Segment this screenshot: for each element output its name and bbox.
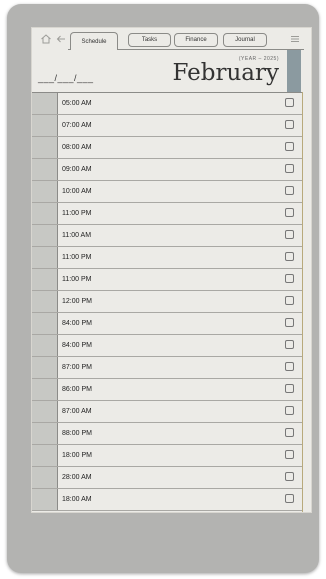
- schedule-list: 05:00 AM 07:00 AM 08:00 AM 09:00 AM 10:00 AM…: [32, 92, 302, 511]
- tab-finance-label: Finance: [185, 37, 207, 43]
- row-checkbox[interactable]: [285, 362, 294, 371]
- schedule-row: 84:00 PM: [32, 335, 302, 357]
- row-checkbox[interactable]: [285, 428, 294, 437]
- row-checkbox[interactable]: [285, 318, 294, 327]
- row-time: 84:00 PM: [62, 342, 92, 349]
- tab-bar: Schedule Tasks Finance Journal: [32, 28, 311, 50]
- row-marker-strip: [32, 489, 58, 510]
- row-time: 87:00 PM: [62, 364, 92, 371]
- row-marker-strip: [32, 225, 58, 246]
- row-marker-strip: [32, 115, 58, 136]
- tab-journal[interactable]: Journal: [223, 33, 267, 47]
- row-marker-strip: [32, 357, 58, 378]
- schedule-row: 11:00 PM: [32, 269, 302, 291]
- schedule-row: 11:00 PM: [32, 203, 302, 225]
- row-checkbox[interactable]: [285, 406, 294, 415]
- menu-icon[interactable]: [290, 34, 302, 46]
- schedule-row: 84:00 PM: [32, 313, 302, 335]
- row-time: 05:00 AM: [62, 100, 92, 107]
- row-time: 84:00 PM: [62, 320, 92, 327]
- row-checkbox[interactable]: [285, 142, 294, 151]
- row-time: 28:00 AM: [62, 474, 92, 481]
- schedule-row: 11:00 AM: [32, 225, 302, 247]
- back-arrow-icon[interactable]: [55, 33, 67, 45]
- row-time: 11:00 PM: [62, 210, 92, 217]
- schedule-row: 88:00 PM: [32, 423, 302, 445]
- tab-tasks-label: Tasks: [141, 37, 158, 43]
- schedule-row: 05:00 AM: [32, 93, 302, 115]
- row-marker-strip: [32, 159, 58, 180]
- row-marker-strip: [32, 313, 58, 334]
- row-marker-strip: [32, 291, 58, 312]
- row-time: 11:00 PM: [62, 276, 92, 283]
- row-checkbox[interactable]: [285, 98, 294, 107]
- row-checkbox[interactable]: [285, 208, 294, 217]
- month-title: February: [172, 60, 279, 86]
- tab-schedule[interactable]: Schedule: [70, 32, 118, 50]
- row-checkbox[interactable]: [285, 230, 294, 239]
- row-checkbox[interactable]: [285, 472, 294, 481]
- schedule-row: 07:00 AM: [32, 115, 302, 137]
- schedule-row: 09:00 AM: [32, 159, 302, 181]
- schedule-row: 12:00 PM: [32, 291, 302, 313]
- row-time: 88:00 PM: [62, 430, 92, 437]
- row-time: 08:00 AM: [62, 144, 92, 151]
- row-marker-strip: [32, 181, 58, 202]
- row-time: 07:00 AM: [62, 122, 92, 129]
- schedule-row: 10:00 AM: [32, 181, 302, 203]
- row-checkbox[interactable]: [285, 164, 294, 173]
- tab-journal-label: Journal: [235, 37, 255, 43]
- schedule-right-rail: [302, 92, 303, 512]
- schedule-row: 08:00 AM: [32, 137, 302, 159]
- row-marker-strip: [32, 335, 58, 356]
- date-field[interactable]: ___/___/___: [38, 73, 94, 83]
- row-marker-strip: [32, 247, 58, 268]
- row-checkbox[interactable]: [285, 252, 294, 261]
- row-checkbox[interactable]: [285, 296, 294, 305]
- row-time: 11:00 PM: [62, 254, 92, 261]
- row-checkbox[interactable]: [285, 384, 294, 393]
- schedule-row: 86:00 PM: [32, 379, 302, 401]
- schedule-row: 11:00 PM: [32, 247, 302, 269]
- row-marker-strip: [32, 269, 58, 290]
- row-time: 10:00 AM: [62, 188, 92, 195]
- tab-finance[interactable]: Finance: [174, 33, 218, 47]
- schedule-row: 87:00 PM: [32, 357, 302, 379]
- row-checkbox[interactable]: [285, 186, 294, 195]
- row-marker-strip: [32, 379, 58, 400]
- row-marker-strip: [32, 423, 58, 444]
- row-time: 87:00 AM: [62, 408, 92, 415]
- row-time: 12:00 PM: [62, 298, 92, 305]
- schedule-row: 87:00 AM: [32, 401, 302, 423]
- row-marker-strip: [32, 203, 58, 224]
- row-checkbox[interactable]: [285, 494, 294, 503]
- home-icon[interactable]: [40, 33, 52, 45]
- schedule-row: 18:00 PM: [32, 445, 302, 467]
- row-marker-strip: [32, 137, 58, 158]
- row-marker-strip: [32, 93, 58, 114]
- schedule-row: 28:00 AM: [32, 467, 302, 489]
- row-time: 86:00 PM: [62, 386, 92, 393]
- row-checkbox[interactable]: [285, 120, 294, 129]
- row-checkbox[interactable]: [285, 274, 294, 283]
- row-marker-strip: [32, 445, 58, 466]
- row-time: 18:00 AM: [62, 496, 92, 503]
- row-marker-strip: [32, 467, 58, 488]
- row-time: 18:00 PM: [62, 452, 92, 459]
- row-checkbox[interactable]: [285, 450, 294, 459]
- planner-screen: Schedule Tasks Finance Journal ___/___/_…: [31, 27, 312, 513]
- page-header: ___/___/___ (YEAR – 2025) February: [32, 50, 311, 92]
- row-time: 11:00 AM: [62, 232, 92, 239]
- accent-block: [287, 50, 301, 93]
- row-checkbox[interactable]: [285, 340, 294, 349]
- device-frame: Schedule Tasks Finance Journal ___/___/_…: [7, 4, 319, 573]
- row-marker-strip: [32, 401, 58, 422]
- row-time: 09:00 AM: [62, 166, 92, 173]
- tab-tasks[interactable]: Tasks: [128, 33, 171, 47]
- tab-schedule-label: Schedule: [81, 38, 107, 45]
- schedule-row: 18:00 AM: [32, 489, 302, 511]
